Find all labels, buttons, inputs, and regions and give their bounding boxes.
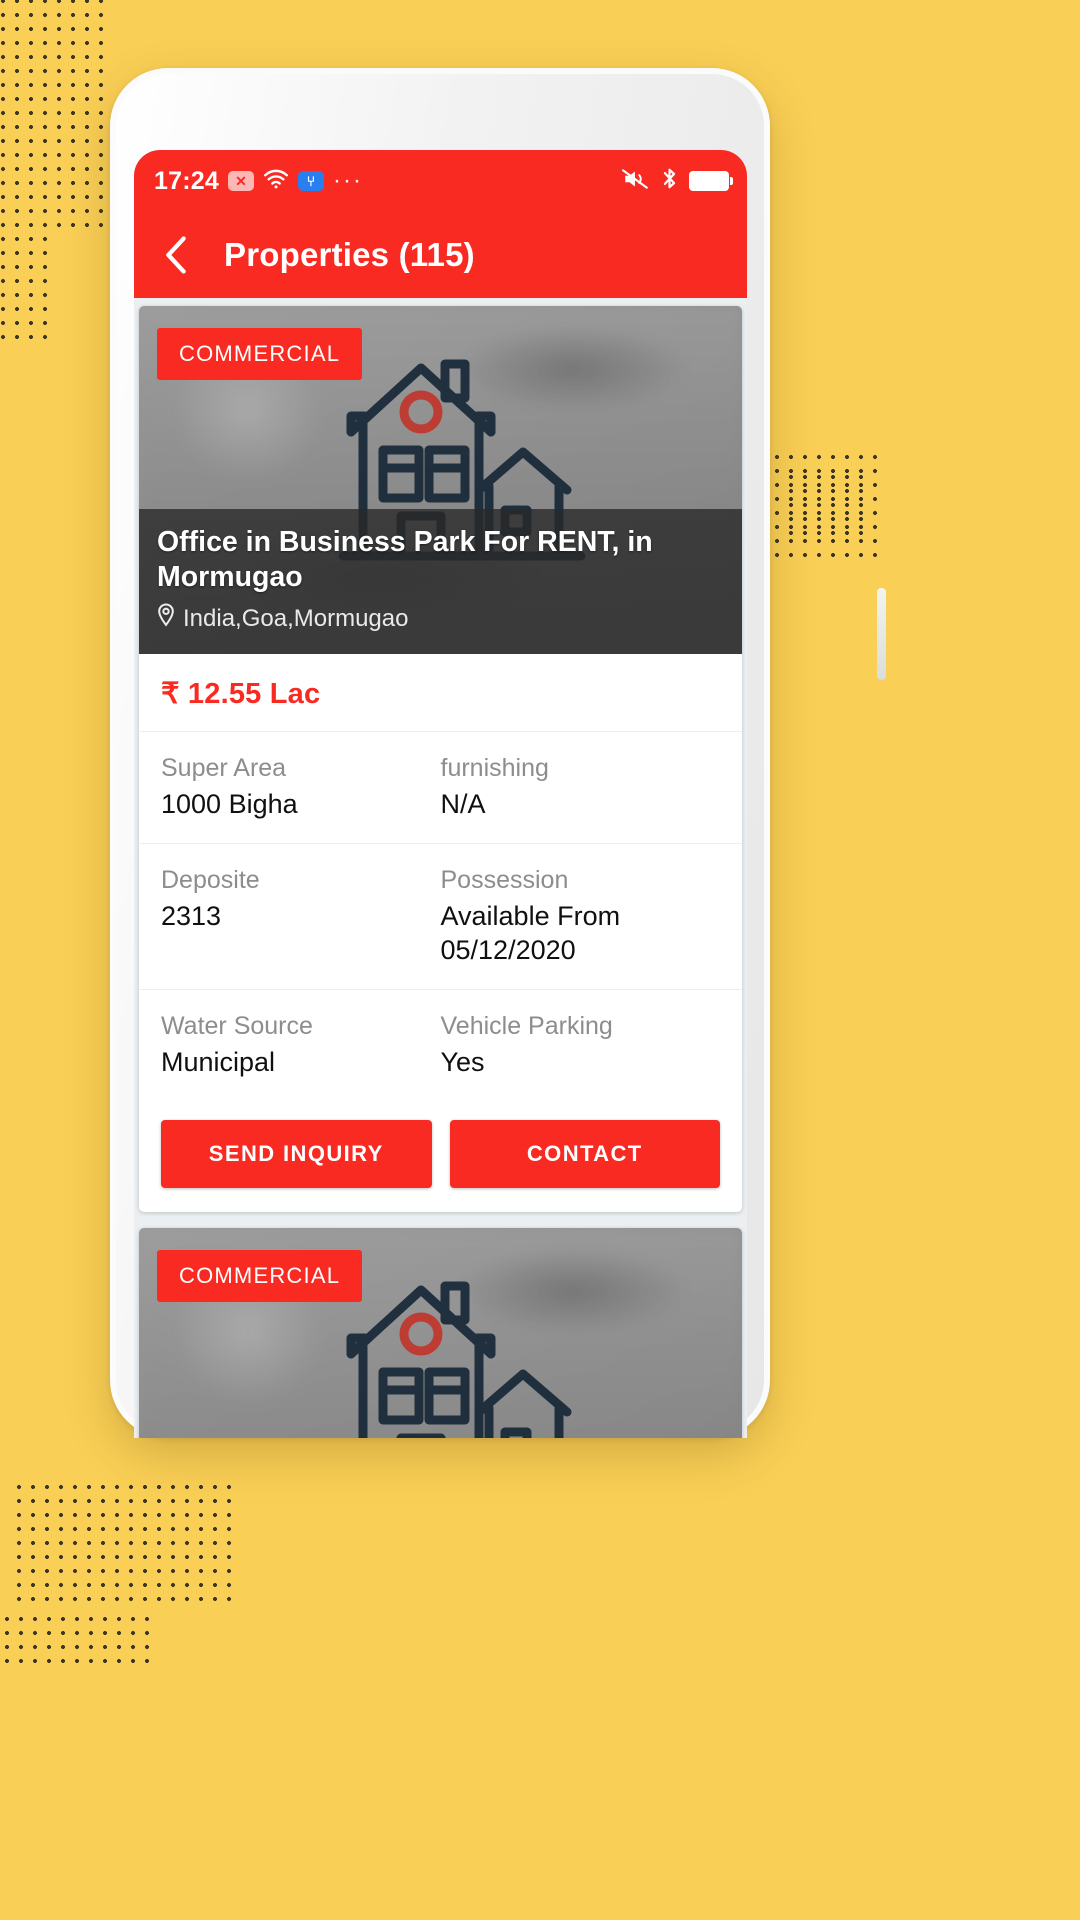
spec-label: Super Area <box>161 754 287 782</box>
property-type-badge: COMMERCIAL <box>157 328 363 380</box>
dot-pattern-mid-left <box>0 232 56 340</box>
spec-cell: Vehicle Parking Yes <box>441 1010 721 1079</box>
spec-row: Water Source Municipal Vehicle Parking Y… <box>139 990 742 1101</box>
property-hero-image: COMMERCIAL Office in Business Park For R… <box>139 306 742 654</box>
property-price: ₹ 12.55 Lac <box>161 678 321 710</box>
status-bar-left: 17:24 ✕ ⑂ ··· <box>154 167 363 196</box>
spec-value: 1000 Bigha <box>161 788 298 819</box>
status-bar-right <box>622 167 733 195</box>
property-card[interactable]: COMMERCIAL <box>139 1227 742 1438</box>
status-overflow-icon: ··· <box>332 167 363 194</box>
spec-value: Available From 05/12/2020 <box>440 900 621 965</box>
property-location: India,Goa,Mormugao <box>157 603 724 634</box>
spec-cell: Possession Available From 05/12/2020 <box>441 864 721 967</box>
dot-pattern-top-left <box>0 0 108 234</box>
page-backdrop: 17:24 ✕ ⑂ ··· Properties (115) COMMERCIA… <box>0 0 1080 1920</box>
dot-pattern-bottom-edge <box>0 1612 154 1668</box>
app-bar: Properties (115) <box>134 212 747 298</box>
property-price-row: ₹ 12.55 Lac <box>139 654 742 732</box>
bluetooth-icon <box>661 167 678 195</box>
spec-cell: furnishing N/A <box>441 752 721 821</box>
spec-value: Yes <box>440 1046 485 1077</box>
property-type-badge: COMMERCIAL <box>157 1249 363 1302</box>
map-pin-icon <box>157 603 175 634</box>
spec-label: Possession <box>440 866 569 895</box>
dot-pattern-bottom-left <box>12 1480 236 1606</box>
usb-icon: ⑂ <box>297 171 324 191</box>
property-actions: SEND INQUIRY CONTACT <box>139 1102 742 1212</box>
property-list[interactable]: COMMERCIAL Office in Business Park For R… <box>134 298 747 1438</box>
send-inquiry-button[interactable]: SEND INQUIRY <box>161 1119 432 1188</box>
property-hero-image: COMMERCIAL <box>139 1227 742 1438</box>
spec-value: Municipal <box>161 1046 276 1077</box>
spec-label: Deposite <box>161 866 260 895</box>
property-hero-overlay: Office in Business Park For RENT, in Mor… <box>139 509 742 654</box>
page-title: Properties (115) <box>224 236 475 273</box>
spec-row: Deposite 2313 Possession Available From … <box>139 844 742 991</box>
volume-mute-icon <box>622 168 650 195</box>
wifi-icon <box>263 169 289 194</box>
status-time: 17:24 <box>154 166 219 195</box>
spec-label: furnishing <box>440 754 549 782</box>
spec-cell: Super Area 1000 Bigha <box>161 752 441 821</box>
contact-button[interactable]: CONTACT <box>449 1119 720 1188</box>
property-card[interactable]: COMMERCIAL Office in Business Park For R… <box>139 306 742 1212</box>
spec-value: 2313 <box>161 900 222 931</box>
phone-screen: 17:24 ✕ ⑂ ··· Properties (115) COMMERCIA… <box>134 150 747 1438</box>
dot-pattern-right-inner <box>784 470 868 540</box>
spec-label: Vehicle Parking <box>440 1012 613 1041</box>
phone-mockup: 17:24 ✕ ⑂ ··· Properties (115) COMMERCIA… <box>110 68 886 1438</box>
spec-cell: Deposite 2313 <box>161 864 441 967</box>
battery-full-icon <box>689 171 733 191</box>
property-location-text: India,Goa,Mormugao <box>183 604 409 632</box>
spec-label: Water Source <box>161 1012 313 1041</box>
spec-row: Super Area 1000 Bigha furnishing N/A <box>139 732 742 845</box>
status-bar: 17:24 ✕ ⑂ ··· <box>134 150 747 212</box>
back-arrow-icon[interactable] <box>156 235 196 275</box>
power-button[interactable] <box>877 588 886 680</box>
spec-cell: Water Source Municipal <box>161 1010 441 1079</box>
property-title: Office in Business Park For RENT, in Mor… <box>157 526 653 594</box>
spec-value: N/A <box>440 788 486 819</box>
no-sim-icon: ✕ <box>227 171 254 191</box>
